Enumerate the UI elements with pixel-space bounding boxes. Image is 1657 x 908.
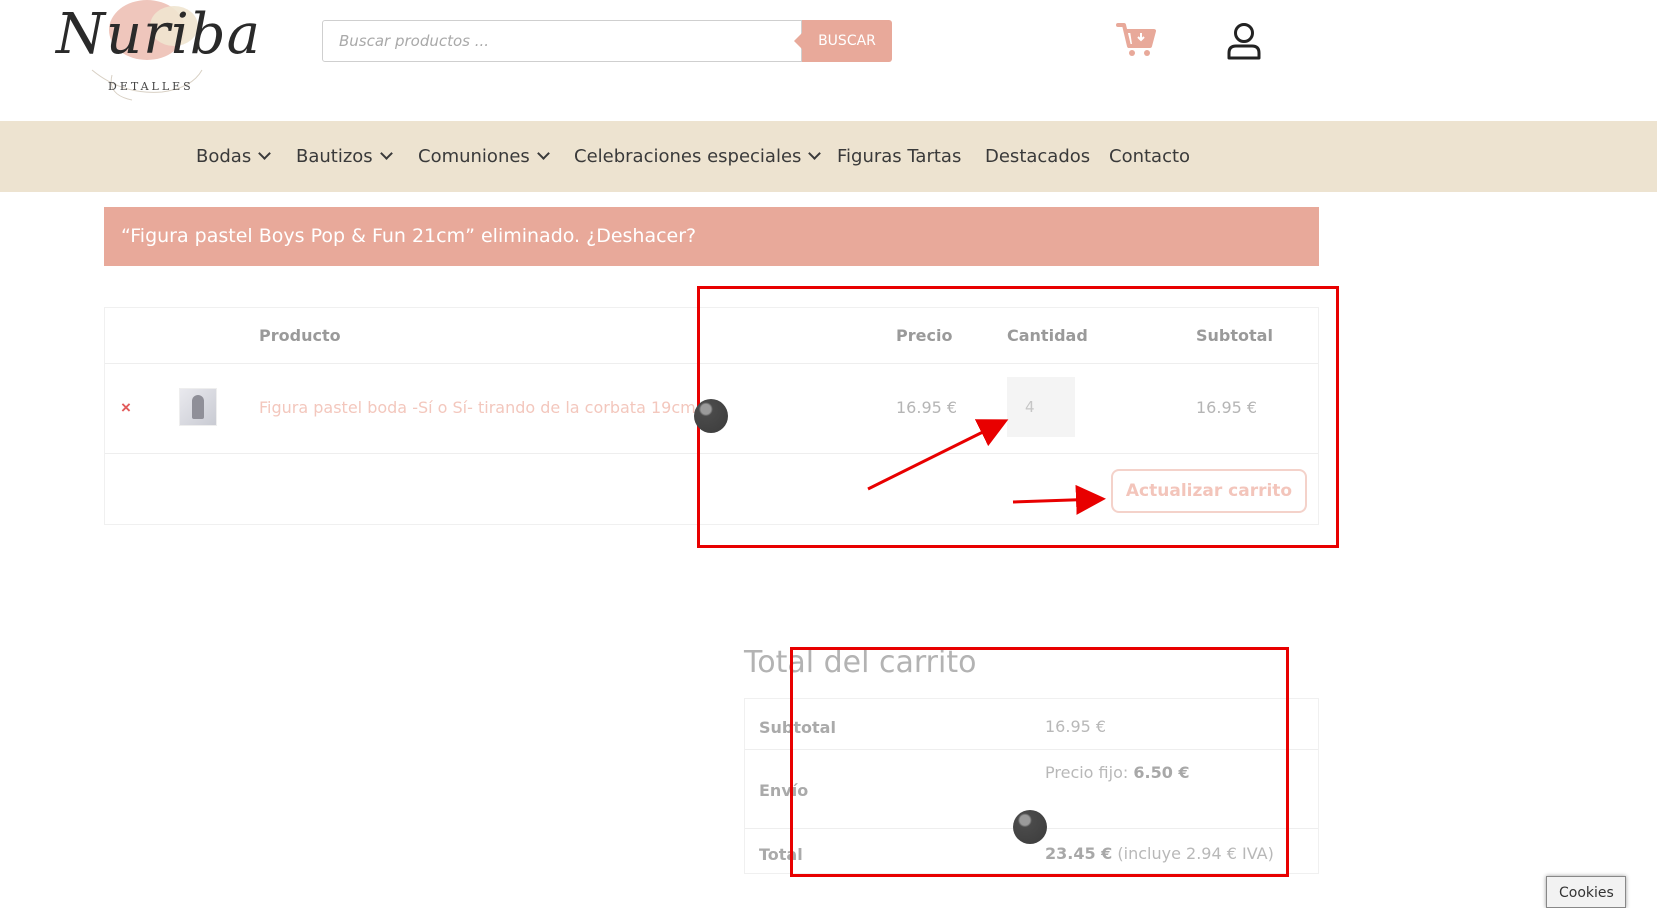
cursor-marker-icon (1013, 810, 1047, 844)
removed-notice[interactable]: “Figura pastel Boys Pop & Fun 21cm” elim… (104, 207, 1319, 266)
chevron-down-icon (808, 147, 822, 160)
cookies-button[interactable]: Cookies (1546, 876, 1626, 908)
nav-item-bodas[interactable]: Bodas (196, 121, 272, 192)
nav-item-celebraciones[interactable]: Celebraciones especiales (574, 121, 822, 192)
remove-item-icon[interactable]: × (121, 398, 131, 418)
logo-subtitle: DETALLES (108, 80, 194, 93)
chevron-down-icon (258, 147, 272, 160)
nav-item-comuniones[interactable]: Comuniones (418, 121, 550, 192)
search-input[interactable] (323, 21, 801, 61)
search-button[interactable]: BUSCAR (794, 20, 892, 62)
logo-script: Nuriba (56, 2, 261, 67)
annotation-box-cart (697, 286, 1339, 548)
nav-item-contacto[interactable]: Contacto (1109, 121, 1190, 192)
cursor-marker-icon (694, 399, 728, 433)
product-thumbnail[interactable] (179, 388, 217, 426)
header-product: Producto (259, 326, 341, 345)
product-name-link[interactable]: Figura pastel boda -Sí o Sí- tirando de … (259, 398, 701, 417)
nav-item-bautizos[interactable]: Bautizos (296, 121, 393, 192)
nav-item-figuras-tartas[interactable]: Figuras Tartas (837, 121, 961, 192)
annotation-box-totals (790, 647, 1289, 877)
user-account-icon[interactable] (1226, 22, 1262, 60)
cart-icon[interactable] (1116, 22, 1158, 58)
nav-item-destacados[interactable]: Destacados (985, 121, 1090, 192)
search-box (322, 20, 802, 62)
main-nav: Bodas Bautizos Comuniones Celebraciones … (0, 121, 1657, 192)
chevron-down-icon (379, 147, 393, 160)
chevron-down-icon (536, 147, 550, 160)
